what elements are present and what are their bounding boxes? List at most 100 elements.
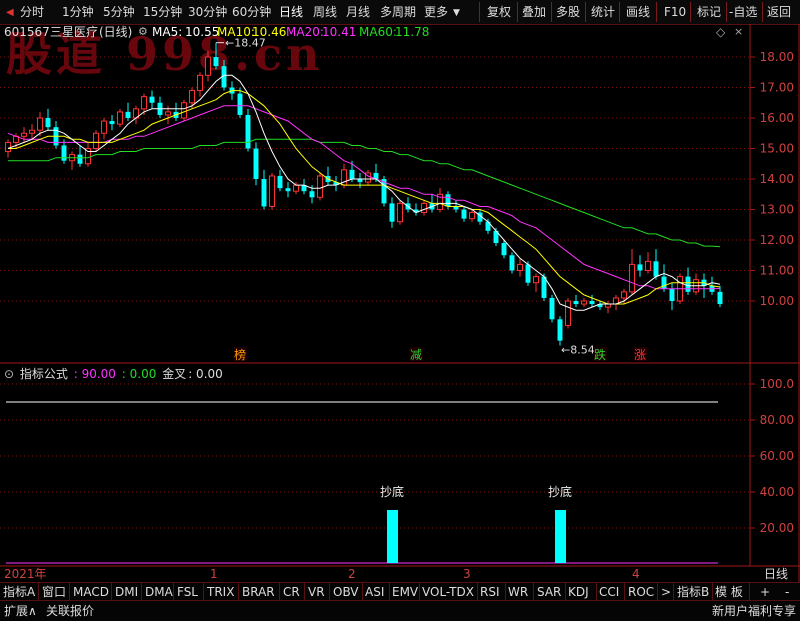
tab-cci[interactable]: CCI (599, 584, 619, 600)
tab-dma[interactable]: DMA (145, 584, 173, 600)
candle-up (117, 111, 123, 125)
price-tick-label: 13.00 (760, 203, 794, 217)
tab-macd[interactable]: MACD (73, 584, 109, 600)
candle-up (645, 260, 651, 272)
tab-kdj[interactable]: KDJ (568, 584, 589, 600)
date-axis: 2021年 1 2 3 4 (0, 566, 750, 582)
tab-emv[interactable]: EMV (392, 584, 418, 600)
candle-up (621, 291, 627, 299)
expand-button[interactable]: 扩展∧ (4, 603, 37, 619)
tab-obv[interactable]: OBV (333, 584, 359, 600)
remove-tab-button[interactable]: - (785, 584, 789, 600)
event-badge: 减 (410, 348, 422, 362)
candle-down (509, 255, 515, 271)
high-price-label: ←18.47 (225, 37, 266, 50)
candle-up (317, 175, 323, 198)
candle-down (549, 297, 555, 320)
tab-sar[interactable]: SAR (537, 584, 561, 600)
tab-indicator-a[interactable]: 指标A (3, 584, 35, 600)
candle-down (237, 93, 243, 115)
candle-up (469, 212, 475, 220)
date-tick: 2021年 (4, 567, 47, 581)
candle-down (637, 264, 643, 271)
indicator-name: 指标公式 (19, 367, 68, 381)
candle-up (421, 202, 427, 214)
candle-down (125, 111, 131, 118)
tab-vr[interactable]: VR (308, 584, 325, 600)
new-user-promo-link[interactable]: 新用户福利专享 (712, 603, 796, 619)
ma20-line (7, 105, 721, 290)
indicator-tick-label: 100.0 (760, 377, 794, 391)
candle-up (189, 90, 195, 104)
indicator-axis: 100.0 80.00 60.00 40.00 20.00 (750, 377, 794, 535)
candle-down (669, 288, 675, 301)
date-tick: 3 (463, 567, 471, 581)
ma-lines (7, 74, 721, 311)
tab-roc[interactable]: ROC (628, 584, 654, 600)
indicator-plot: 抄底 抄底 (6, 401, 718, 564)
candle-up (37, 117, 43, 131)
tab-indicator-b[interactable]: 指标B (677, 584, 709, 600)
candle-down (109, 121, 115, 125)
price-tick-label: 16.00 (760, 111, 794, 125)
add-tab-button[interactable]: + (760, 584, 770, 600)
candle-up (581, 300, 587, 305)
candle-up (5, 141, 11, 153)
right-period-label[interactable]: 日线 (752, 566, 800, 582)
candle-up (269, 175, 275, 207)
candle-down (557, 319, 563, 341)
indicator-menu-icon[interactable]: ⊙ (4, 367, 14, 381)
candle-down (309, 191, 315, 198)
tab-cr[interactable]: CR (283, 584, 300, 600)
candle-down (277, 175, 283, 189)
candle-down (589, 301, 595, 305)
candle-down (445, 194, 451, 207)
price-axis: 18.00 17.00 16.00 15.00 14.00 13.00 12.00 11.00… (750, 50, 794, 308)
price-tick-label: 12.00 (760, 233, 794, 247)
candle-down (285, 188, 291, 192)
indicator-value-2: : 0.00 (121, 367, 157, 381)
event-badge: 跌 (594, 347, 606, 362)
tab-trix[interactable]: TRIX (207, 584, 234, 600)
candle-down (245, 114, 251, 149)
price-tick-label: 18.00 (760, 50, 794, 64)
tab-window[interactable]: 窗口 (42, 584, 66, 600)
candle-up (605, 303, 611, 308)
indicator-gridlines (0, 383, 750, 529)
tab-asi[interactable]: ASI (365, 584, 384, 600)
candle-up (629, 263, 635, 293)
related-quotes-button[interactable]: 关联报价 (46, 603, 94, 619)
candle-down (461, 209, 467, 219)
candlesticks (5, 42, 723, 346)
status-bar: 扩展∧ 关联报价 新用户福利专享 (0, 600, 800, 621)
candle-up (397, 202, 403, 223)
indicator-tick-label: 20.00 (760, 521, 794, 535)
tab-wr[interactable]: WR (508, 584, 528, 600)
tab-fsl[interactable]: FSL (177, 584, 198, 600)
indicator-tick-label: 60.00 (760, 449, 794, 463)
indicator-value-3: : 0.00 (188, 367, 223, 381)
candle-up (293, 184, 299, 192)
low-price-label: ←8.54 (561, 344, 595, 357)
signal-label: 抄底 (380, 484, 404, 499)
tab-dmi[interactable]: DMI (115, 584, 138, 600)
candle-down (717, 291, 723, 305)
tab-template[interactable]: 模 板 (715, 584, 743, 600)
candle-up (165, 111, 171, 116)
tab-brar[interactable]: BRAR (242, 584, 275, 600)
indicator-label-3: 金叉 (162, 367, 187, 381)
price-tick-label: 15.00 (760, 142, 794, 156)
candle-up (197, 74, 203, 92)
candle-up (517, 263, 523, 271)
tab-more-arrow[interactable]: > (661, 584, 671, 600)
candle-up (21, 132, 27, 137)
tab-vol-tdx[interactable]: VOL-TDX (422, 584, 474, 600)
candle-up (93, 132, 99, 149)
event-badge: 榜 (234, 347, 246, 362)
date-tick: 1 (210, 567, 218, 581)
kline-chart[interactable]: 18.00 17.00 16.00 15.00 14.00 13.00 12.00 11.00… (0, 0, 800, 620)
candle-up (565, 300, 571, 326)
price-tick-label: 14.00 (760, 172, 794, 186)
tab-rsi[interactable]: RSI (480, 584, 500, 600)
ma5-line (7, 74, 721, 311)
